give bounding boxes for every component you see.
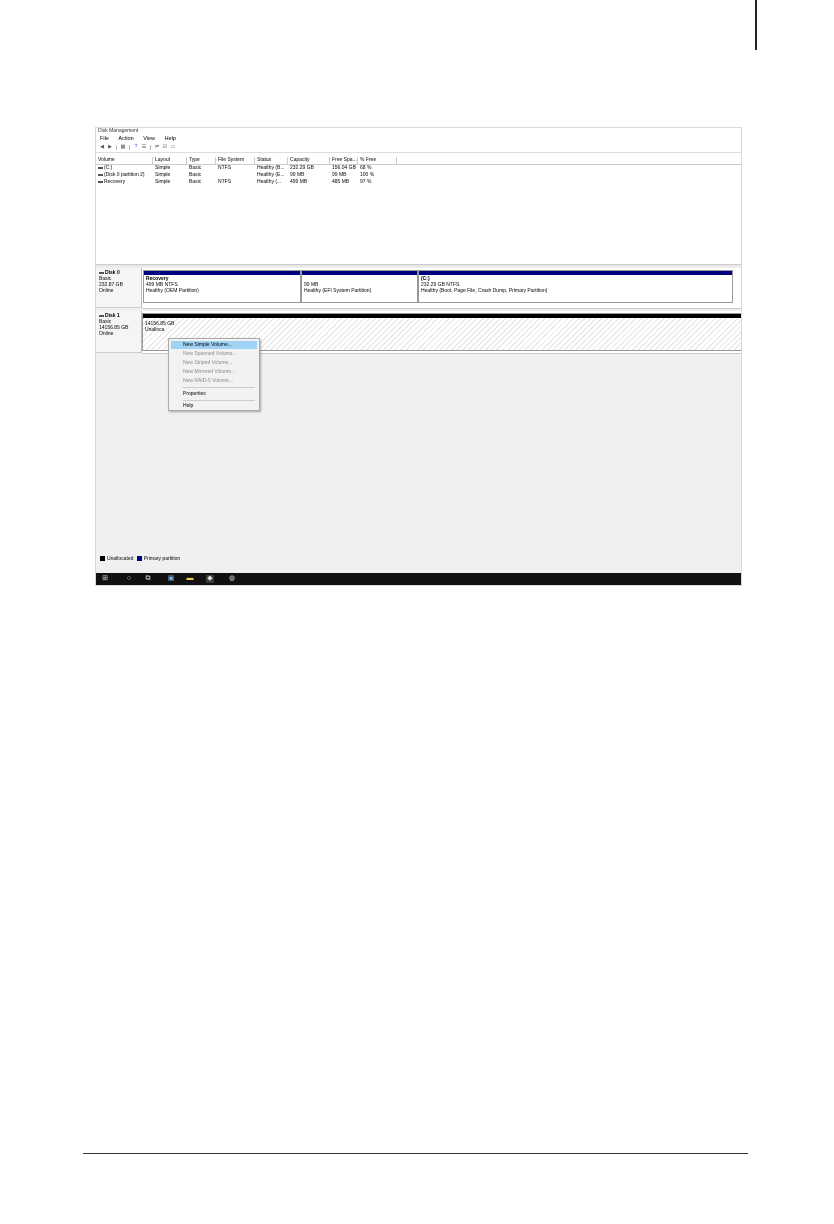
page-edge-line: [755, 0, 757, 50]
toolbar: ◀ ▶ ▦ ? ☰ ⇌ ☑ ▭: [96, 143, 741, 153]
page-footer-line: [83, 1153, 748, 1154]
legend: Unallocated Primary partition: [100, 556, 180, 563]
menu-bar: File Action View Help: [96, 135, 741, 143]
col-free-space[interactable]: Free Spa...: [330, 157, 358, 164]
menu-new-striped-volume[interactable]: New Striped Volume...: [171, 359, 257, 367]
help-icon[interactable]: ?: [133, 145, 139, 150]
task-view-icon[interactable]: ⧉: [144, 575, 152, 583]
drive-icon: [98, 173, 103, 176]
window-title: Disk Management: [98, 128, 139, 134]
network-icon[interactable]: ▣: [167, 575, 175, 583]
col-status[interactable]: Status: [255, 157, 288, 164]
partition-recovery[interactable]: Recovery 499 MB NTFS Healthy (OEM Partitio…: [143, 270, 301, 303]
col-layout[interactable]: Layout: [153, 157, 187, 164]
disk-icon: [99, 271, 104, 274]
primary-swatch: [136, 556, 142, 562]
menu-properties[interactable]: Properties: [171, 390, 257, 398]
menu-file[interactable]: File: [100, 136, 109, 142]
menu-view[interactable]: View: [143, 136, 155, 142]
table-row[interactable]: (C:) Simple Basic NTFS Healthy (B... 232…: [96, 165, 741, 172]
menu-new-spanned-volume[interactable]: New Spanned Volume...: [171, 350, 257, 358]
forward-arrow-icon[interactable]: ▶: [107, 145, 113, 150]
window-icon[interactable]: ▭: [170, 145, 176, 150]
windows-start-icon[interactable]: ⊞: [101, 575, 109, 583]
connect-icon[interactable]: ⇌: [154, 145, 160, 150]
col-file-system[interactable]: File System: [216, 157, 255, 164]
disk-management-app-icon[interactable]: ◆: [206, 575, 214, 583]
grid-icon[interactable]: ▦: [120, 145, 126, 150]
menu-action[interactable]: Action: [118, 136, 133, 142]
context-menu: New Simple Volume... New Spanned Volume.…: [168, 338, 260, 411]
folder-icon[interactable]: ▬: [186, 575, 194, 583]
col-type[interactable]: Type: [187, 157, 216, 164]
disk-icon: [99, 314, 104, 317]
drive-icon: [98, 166, 103, 169]
disk-pane: Disk 0 Basic 232.87 GB Online Recovery 49…: [96, 267, 741, 585]
volume-table-header: Volume Layout Type File System Status Ca…: [96, 157, 741, 165]
search-icon[interactable]: ○: [125, 575, 133, 583]
partition-c[interactable]: (C:) 232.29 GB NTFS Healthy (Boot, Page Fi…: [418, 270, 733, 303]
back-arrow-icon[interactable]: ◀: [99, 145, 105, 150]
menu-new-mirrored-volume[interactable]: New Mirrored Volume...: [171, 368, 257, 376]
drive-icon: [98, 180, 103, 183]
menu-new-raid5-volume[interactable]: New RAID-5 Volume...: [171, 377, 257, 385]
check-icon[interactable]: ☑: [162, 145, 168, 150]
disk1-label[interactable]: Disk 1 Basic 14156.85 GB Online: [96, 311, 142, 353]
menu-new-simple-volume[interactable]: New Simple Volume...: [171, 341, 257, 349]
disk0-partitions: Recovery 499 MB NTFS Healthy (OEM Partitio…: [142, 268, 741, 309]
unallocated-swatch: [100, 556, 105, 562]
taskbar: ⊞ ○ ⧉ ▣ ▬ ◆ ◍: [96, 573, 741, 585]
disk-management-window: Disk Management File Action View Help ◀ …: [95, 127, 742, 586]
col-percent-free[interactable]: % Free: [358, 157, 397, 164]
table-row[interactable]: Recovery Simple Basic NTFS Healthy (... …: [96, 179, 741, 186]
menu-help[interactable]: Help: [165, 136, 176, 142]
col-volume[interactable]: Volume: [96, 157, 153, 164]
col-capacity[interactable]: Capacity: [288, 157, 330, 164]
disk0-label[interactable]: Disk 0 Basic 232.87 GB Online: [96, 268, 142, 308]
browser-icon[interactable]: ◍: [228, 575, 236, 583]
list-icon[interactable]: ☰: [141, 145, 147, 150]
table-row[interactable]: (Disk 0 partition 2) Simple Basic Health…: [96, 172, 741, 179]
partition-efi[interactable]: 99 MB Healthy (EFI System Partition): [301, 270, 418, 303]
menu-help-item[interactable]: Help: [171, 402, 257, 410]
volume-table-body: (C:) Simple Basic NTFS Healthy (B... 232…: [96, 165, 741, 186]
